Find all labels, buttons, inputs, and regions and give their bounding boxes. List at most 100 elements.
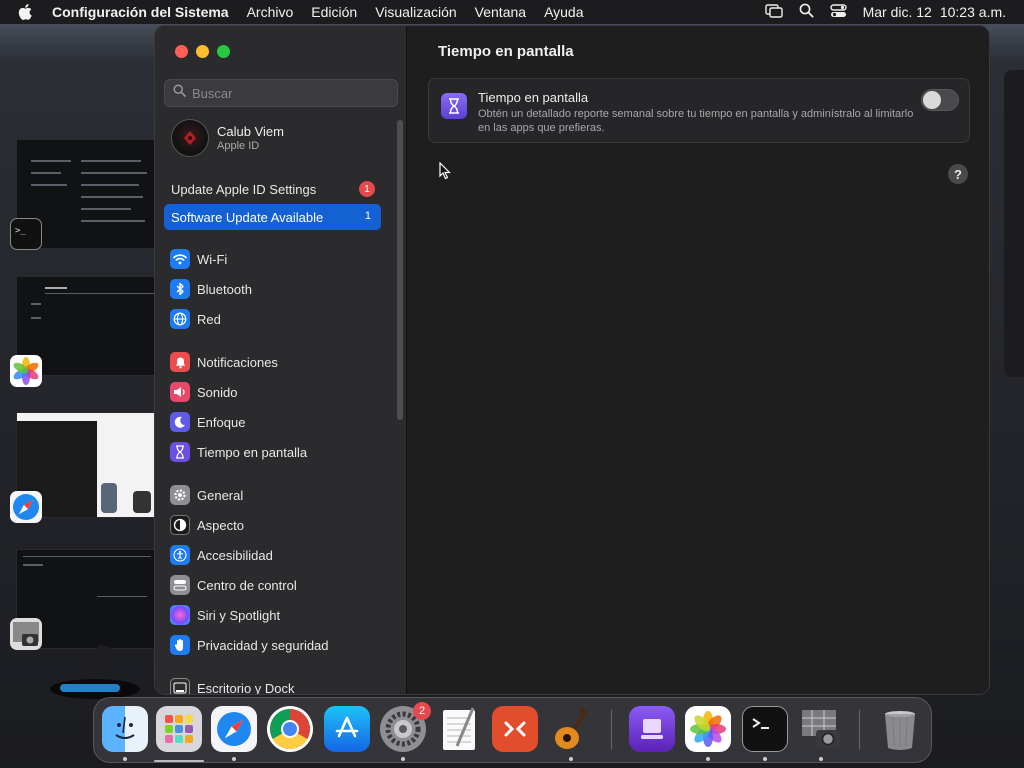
sidebar-item-label: Red xyxy=(197,311,221,327)
trash-icon[interactable] xyxy=(877,706,923,752)
photos-app-icon[interactable] xyxy=(10,355,42,387)
sidebar-item-tiempo-en-pantalla[interactable]: Tiempo en pantalla xyxy=(170,440,307,464)
background-window-edge xyxy=(1004,70,1024,377)
terminal-icon[interactable] xyxy=(742,706,788,752)
settings-badge: 2 xyxy=(413,702,431,720)
terminal-app-icon[interactable]: >_ xyxy=(10,218,42,250)
sidebar-item-label: Aspecto xyxy=(197,517,244,533)
chrome-icon[interactable] xyxy=(267,706,313,752)
sidebar-scrollbar[interactable] xyxy=(397,120,403,420)
control-center-icon[interactable] xyxy=(829,3,847,21)
photos-icon[interactable] xyxy=(685,706,731,752)
desk-lamp-image xyxy=(40,634,140,704)
menu-clock[interactable]: Mar dic. 12 10:23 a.m. xyxy=(863,4,1006,20)
screenshot-app-icon[interactable] xyxy=(10,618,42,650)
sidebar-item-wifi[interactable]: Wi-Fi xyxy=(170,247,227,271)
dock: 2 xyxy=(93,697,932,763)
dock-separator xyxy=(611,710,612,750)
apple-menu-icon[interactable] xyxy=(18,4,36,20)
search-input[interactable] xyxy=(192,85,382,101)
dock-hover-indicator xyxy=(154,760,204,762)
globe-icon xyxy=(170,309,190,329)
screen-mirroring-icon[interactable] xyxy=(764,3,783,21)
sidebar-item-label: Siri y Spotlight xyxy=(197,607,281,623)
textedit-icon[interactable] xyxy=(436,706,482,752)
sidebar-item-label: Sonido xyxy=(197,384,238,400)
sidebar-item-siri-y-spotlight[interactable]: Siri y Spotlight xyxy=(170,603,280,627)
clock-time: 10:23 a.m. xyxy=(939,4,1006,20)
finder-icon[interactable] xyxy=(102,706,148,752)
notice-label: Software Update Available xyxy=(171,209,324,225)
garageband-icon[interactable] xyxy=(548,706,594,752)
notice-label: Update Apple ID Settings xyxy=(171,181,317,197)
search-icon xyxy=(173,84,186,102)
hourglass-icon xyxy=(441,93,467,119)
software-update-available[interactable]: Software Update Available 1 xyxy=(164,204,381,230)
sidebar-item-privacidad-y-seguridad[interactable]: Privacidad y seguridad xyxy=(170,633,329,657)
sidebar-item-label: Tiempo en pantalla xyxy=(197,444,308,460)
sidebar-item-general[interactable]: General xyxy=(170,483,243,507)
sidebar-item-accesibilidad[interactable]: Accesibilidad xyxy=(170,543,273,567)
menu-visualizacion[interactable]: Visualización xyxy=(375,4,456,20)
window-controls xyxy=(175,45,230,58)
bluetooth-icon xyxy=(170,279,190,299)
safari-icon[interactable] xyxy=(211,706,257,752)
menu-ayuda[interactable]: Ayuda xyxy=(544,4,583,20)
safari-app-icon[interactable] xyxy=(10,491,42,523)
photos-running-indicator xyxy=(706,757,710,761)
card-title: Tiempo en pantalla xyxy=(478,90,589,105)
screen-time-toggle[interactable] xyxy=(921,89,959,111)
sidebar-item-label: Wi-Fi xyxy=(197,251,228,267)
help-button[interactable]: ? xyxy=(948,164,968,184)
search-icon[interactable] xyxy=(799,3,814,21)
sidebar-item-centro-de-control[interactable]: Centro de control xyxy=(170,573,297,597)
content-pane: Tiempo en pantalla Tiempo en pantalla Ob… xyxy=(407,26,989,694)
sidebar-item-label: Bluetooth xyxy=(197,281,252,297)
sidebar-item-sonido[interactable]: Sonido xyxy=(170,380,237,404)
screenshot-running-indicator xyxy=(819,757,823,761)
menu-ventana[interactable]: Ventana xyxy=(475,4,526,20)
close-button[interactable] xyxy=(175,45,188,58)
screenshot-icon[interactable] xyxy=(798,706,844,752)
sidebar-item-bluetooth[interactable]: Bluetooth xyxy=(170,277,252,301)
apple-configurator-icon[interactable] xyxy=(629,706,675,752)
sidebar: Calub Viem Apple ID Update Apple ID Sett… xyxy=(155,26,407,694)
dock-separator xyxy=(859,710,860,750)
profile-subtitle: Apple ID xyxy=(217,140,260,152)
sidebar-item-label: Centro de control xyxy=(197,577,297,593)
update-apple-id-settings[interactable]: Update Apple ID Settings 1 xyxy=(164,176,381,202)
finder-running-indicator xyxy=(123,757,127,761)
svg-text:>_: >_ xyxy=(15,226,26,236)
sidebar-item-red[interactable]: Red xyxy=(170,307,221,331)
sidebar-item-enfoque[interactable]: Enfoque xyxy=(170,410,245,434)
gear-icon xyxy=(170,485,190,505)
launchpad-icon[interactable] xyxy=(156,706,202,752)
menu-app-name[interactable]: Configuración del Sistema xyxy=(52,4,229,20)
sidebar-item-label: Escritorio y Dock xyxy=(197,680,295,695)
sidebar-item-escritorio-y-dock[interactable]: Escritorio y Dock xyxy=(170,676,295,695)
control-center-icon xyxy=(170,575,190,595)
remote-desktop-icon[interactable] xyxy=(492,706,538,752)
siri-icon xyxy=(170,605,190,625)
apple-id-profile[interactable]: Calub Viem Apple ID xyxy=(171,119,284,157)
moon-icon xyxy=(170,412,190,432)
clock-date: Mar dic. 12 xyxy=(862,4,932,20)
menu-archivo[interactable]: Archivo xyxy=(247,4,294,20)
app-store-icon[interactable] xyxy=(324,706,370,752)
hand-icon xyxy=(170,635,190,655)
sidebar-item-notificaciones[interactable]: Notificaciones xyxy=(170,350,278,374)
card-description: Obtén un detallado reporte semanal sobre… xyxy=(478,108,914,134)
notice-badge: 1 xyxy=(359,181,375,197)
sidebar-item-label: Accesibilidad xyxy=(197,547,273,563)
sidebar-item-aspecto[interactable]: Aspecto xyxy=(170,513,244,537)
sidebar-item-label: General xyxy=(197,487,244,503)
garageband-running-indicator xyxy=(569,757,573,761)
minimize-button[interactable] xyxy=(196,45,209,58)
zoom-button[interactable] xyxy=(217,45,230,58)
search-field[interactable] xyxy=(164,79,398,107)
menu-edicion[interactable]: Edición xyxy=(311,4,357,20)
window-thumbnails: >_ xyxy=(0,24,160,768)
mouse-cursor-icon xyxy=(439,161,451,185)
terminal-running-indicator xyxy=(763,757,767,761)
toggle-knob xyxy=(923,91,941,109)
